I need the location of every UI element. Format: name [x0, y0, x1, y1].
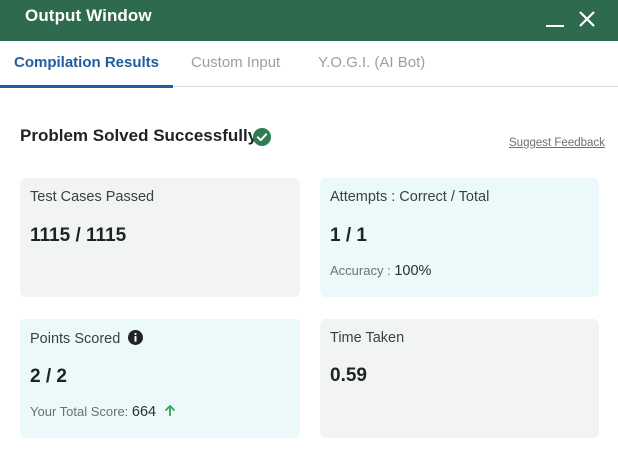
- test-cases-value: 1115 / 1115: [30, 225, 127, 246]
- total-score-label: Your Total Score:: [30, 404, 129, 419]
- output-window: Output Window Compilation Results Custom…: [0, 0, 618, 450]
- tab-custom-input[interactable]: Custom Input: [191, 41, 280, 86]
- time-taken-value: 0.59: [330, 365, 367, 386]
- total-score-row: Your Total Score: 664: [30, 404, 176, 420]
- window-title: Output Window: [25, 6, 152, 25]
- accuracy-label: Accuracy :: [330, 263, 391, 278]
- tab-compilation-results[interactable]: Compilation Results: [14, 41, 159, 86]
- info-icon[interactable]: [128, 330, 144, 345]
- attempts-card: Attempts : Correct / Total 1 / 1 Accurac…: [320, 178, 599, 297]
- test-cases-label: Test Cases Passed: [30, 189, 155, 205]
- points-value: 2 / 2: [30, 366, 67, 387]
- points-label: Points Scored: [30, 331, 121, 347]
- minimize-button[interactable]: [542, 6, 568, 32]
- attempts-value: 1 / 1: [330, 225, 367, 246]
- tab-yogi-ai-bot[interactable]: Y.O.G.I. (AI Bot): [318, 41, 425, 86]
- active-tab-indicator: [0, 85, 173, 88]
- tab-bar: Compilation Results Custom Input Y.O.G.I…: [0, 41, 618, 87]
- total-score-value: 664: [131, 404, 157, 420]
- check-circle-icon: [253, 128, 271, 146]
- time-taken-card: Time Taken 0.59: [320, 319, 599, 438]
- arrow-up-icon: [164, 405, 175, 416]
- attempts-label: Attempts : Correct / Total: [330, 189, 490, 205]
- minimize-icon: [546, 25, 564, 27]
- close-button[interactable]: [574, 6, 600, 32]
- accuracy-row: Accuracy : 100%: [330, 263, 431, 279]
- points-card: Points Scored 2 / 2 Your Total Score: 66…: [20, 319, 300, 438]
- points-label-row: Points Scored: [30, 330, 144, 347]
- time-taken-label: Time Taken: [330, 330, 405, 346]
- close-icon: [579, 11, 595, 27]
- result-status: Problem Solved Successfully: [20, 126, 258, 145]
- title-bar: Output Window: [0, 0, 618, 41]
- accuracy-value: 100%: [394, 263, 432, 279]
- suggest-feedback-link[interactable]: Suggest Feedback: [509, 137, 605, 149]
- test-cases-card: Test Cases Passed 1115 / 1115: [20, 178, 300, 297]
